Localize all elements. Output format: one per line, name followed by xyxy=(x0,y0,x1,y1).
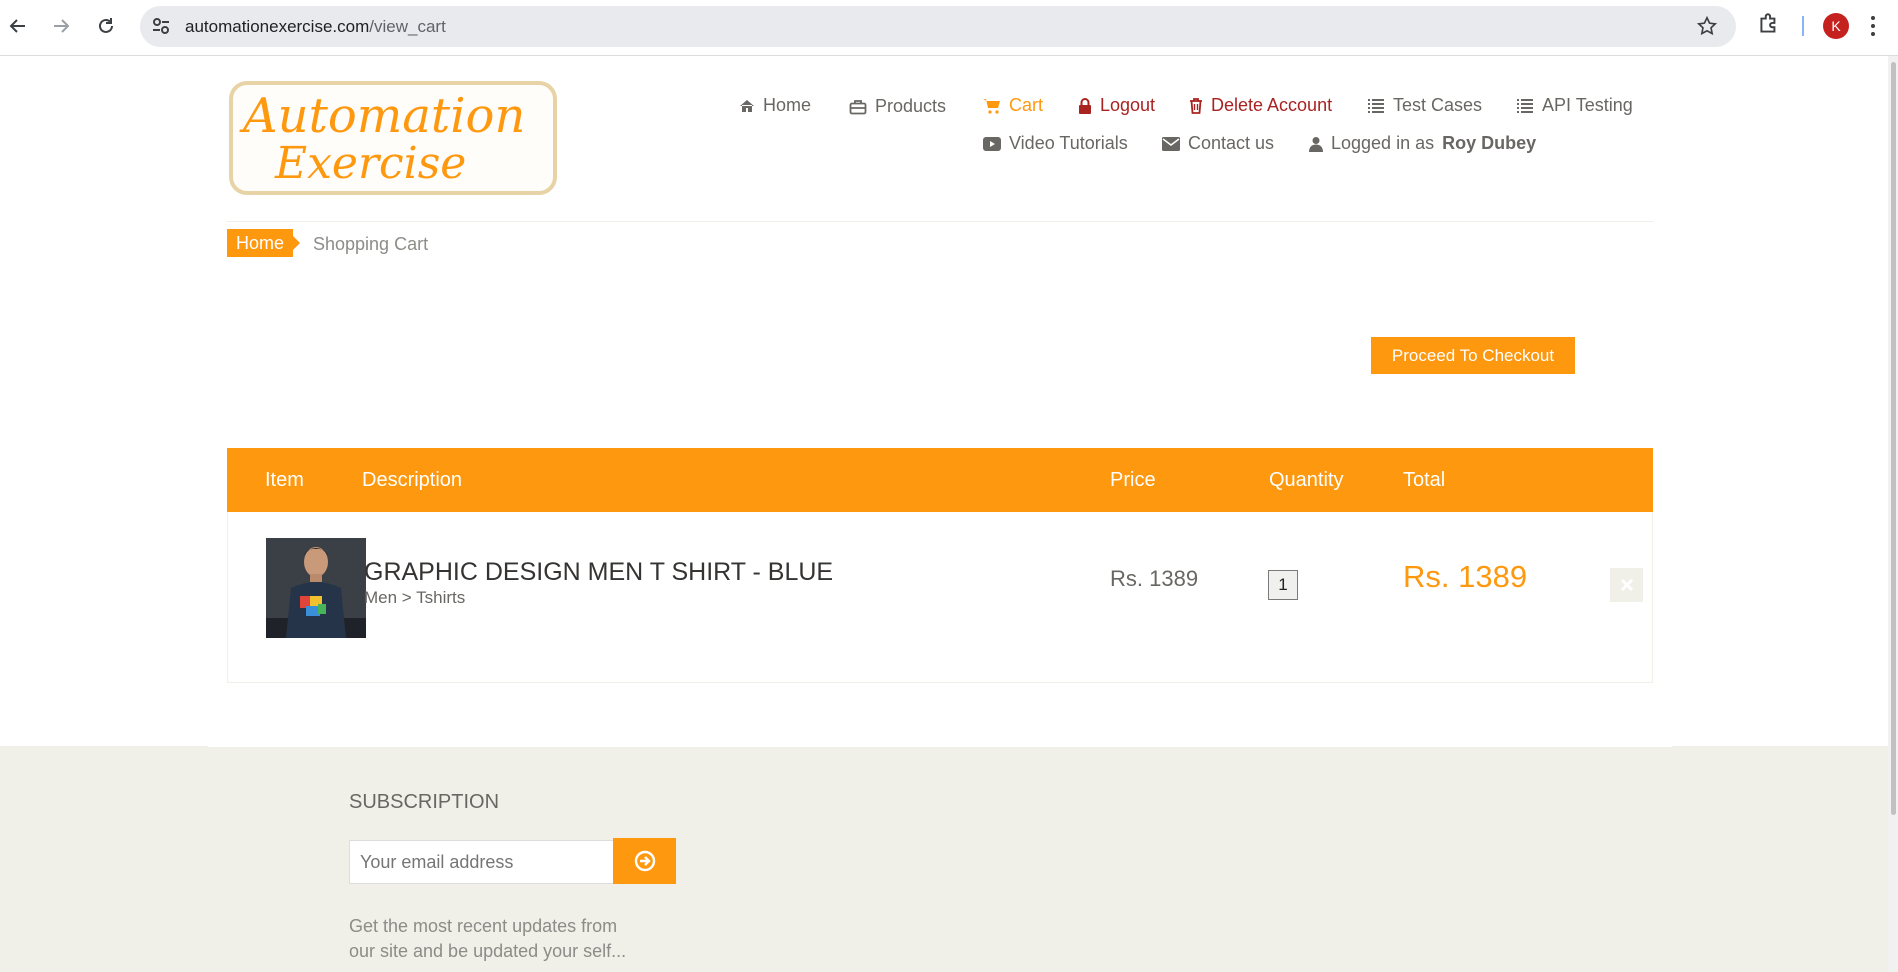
close-icon xyxy=(1620,578,1633,592)
profile-avatar[interactable]: K xyxy=(1823,13,1849,39)
nav-api-testing-label: API Testing xyxy=(1542,95,1633,115)
nav-logout[interactable]: Logout xyxy=(1078,95,1155,116)
nav-home[interactable]: Home xyxy=(739,95,811,116)
product-price: Rs. 1389 xyxy=(1110,566,1199,591)
column-header-item: Item xyxy=(265,469,304,491)
nav-home-label: Home xyxy=(763,95,812,115)
column-header-quantity: Quantity xyxy=(1269,469,1344,491)
extensions-icon[interactable] xyxy=(1756,11,1782,42)
logo-line1: Automation xyxy=(239,88,525,144)
user-icon xyxy=(1309,136,1323,152)
breadcrumb-current: Shopping Cart xyxy=(313,234,429,254)
reload-icon[interactable] xyxy=(90,10,122,42)
address-bar[interactable]: automationexercise.com/view_cart xyxy=(140,6,1736,47)
nav-video-tutorials[interactable]: Video Tutorials xyxy=(983,133,1128,154)
nav-logout-label: Logout xyxy=(1100,95,1156,115)
star-icon[interactable] xyxy=(1696,15,1718,42)
tune-icon[interactable] xyxy=(150,15,172,42)
cart-table-header: Item Description Price Quantity Total xyxy=(227,448,1653,512)
lock-icon xyxy=(1079,97,1091,114)
nav-products[interactable]: Products xyxy=(849,96,946,117)
envelope-icon xyxy=(1162,136,1180,151)
forward-icon[interactable] xyxy=(45,10,77,42)
nav-cart-label: Cart xyxy=(1009,95,1044,115)
subscribe-button[interactable] xyxy=(613,838,676,884)
browser-toolbar: automationexercise.com/view_cart K xyxy=(0,0,1898,56)
subscription-email-input[interactable] xyxy=(349,840,614,884)
nav-video-tutorials-label: Video Tutorials xyxy=(1009,133,1128,153)
cart-icon xyxy=(983,98,1000,114)
site-logo[interactable]: Automation Exercise xyxy=(229,81,557,195)
subscription-title: SUBSCRIPTION xyxy=(349,791,500,813)
column-header-total: Total xyxy=(1403,469,1446,491)
nav-products-label: Products xyxy=(875,96,947,116)
nav-contact-us-label: Contact us xyxy=(1188,133,1275,153)
product-thumbnail[interactable] xyxy=(266,538,366,638)
logo-line2: Exercise xyxy=(274,138,466,189)
nav-test-cases[interactable]: Test Cases xyxy=(1367,95,1482,116)
nav-delete-account-label: Delete Account xyxy=(1211,95,1333,115)
nav-delete-account[interactable]: Delete Account xyxy=(1189,95,1332,116)
arrow-circle-right-icon xyxy=(634,850,655,872)
quantity-button[interactable]: 1 xyxy=(1268,570,1298,600)
briefcase-icon xyxy=(849,99,867,114)
url-host: automationexercise.com xyxy=(185,17,370,36)
proceed-to-checkout-button[interactable]: Proceed To Checkout xyxy=(1371,337,1575,374)
home-icon xyxy=(740,99,754,112)
nav-api-testing[interactable]: API Testing xyxy=(1516,95,1633,116)
nav-contact-us[interactable]: Contact us xyxy=(1162,133,1274,154)
nav-test-cases-label: Test Cases xyxy=(1393,95,1483,115)
product-category: Men > Tshirts xyxy=(364,588,466,607)
back-icon[interactable] xyxy=(2,10,34,42)
column-header-description: Description xyxy=(362,469,463,491)
youtube-play-icon xyxy=(983,136,1001,151)
toolbar-divider xyxy=(1802,16,1804,36)
product-total: Rs. 1389 xyxy=(1403,559,1528,594)
footer-top-border xyxy=(208,745,1672,747)
logged-in-username: Roy Dubey xyxy=(1442,133,1537,153)
logged-in-status: Logged in as Roy Dubey xyxy=(1309,133,1536,154)
list-icon xyxy=(1517,98,1533,113)
subscription-description: Get the most recent updates from our sit… xyxy=(349,916,627,961)
footer xyxy=(0,746,1888,972)
trash-icon xyxy=(1190,97,1202,114)
breadcrumb-home[interactable]: Home xyxy=(227,229,301,257)
delete-item-button[interactable] xyxy=(1610,568,1643,602)
url-text[interactable]: automationexercise.com/view_cart xyxy=(185,17,446,37)
nav-cart[interactable]: Cart xyxy=(983,95,1043,116)
list-icon xyxy=(1368,98,1384,113)
header-divider xyxy=(227,221,1653,222)
product-name-link[interactable]: GRAPHIC DESIGN MEN T SHIRT - BLUE xyxy=(364,558,833,587)
column-header-price: Price xyxy=(1110,469,1156,491)
logged-in-label: Logged in as xyxy=(1331,133,1435,153)
url-path: /view_cart xyxy=(369,17,446,36)
page-scrollbar-thumb[interactable] xyxy=(1891,62,1896,815)
kebab-menu-icon[interactable] xyxy=(1870,14,1876,43)
